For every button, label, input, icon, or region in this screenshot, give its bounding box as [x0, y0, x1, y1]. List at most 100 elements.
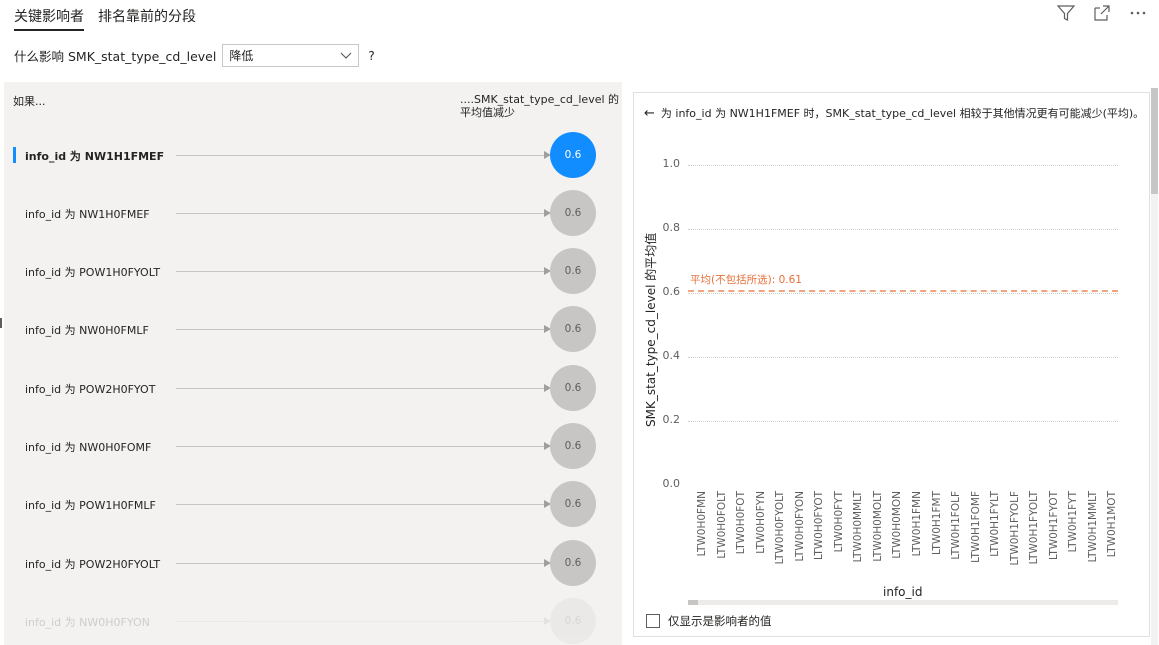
detail-header: ← 为 info_id 为 NW1H1FMEF 时，SMK_stat_type_… [644, 105, 1144, 121]
x-tick-label: LTW0H0FOT [735, 491, 748, 555]
x-tick-label: LTW0H0MMLT [852, 491, 865, 563]
x-tick-label: LTW0H1FYT [1067, 491, 1080, 553]
influence-bubble[interactable]: 0.6 [550, 190, 596, 236]
question-text: 什么影响 SMK_stat_type_cd_level [14, 49, 217, 64]
x-tick-label: LTW0H1FYLT [989, 491, 1002, 557]
influencer-row[interactable]: info_id 为 POW2H0FYOLT 0.6 [4, 539, 622, 589]
x-tick-label: LTW0H1FMN [911, 491, 923, 557]
influencer-row[interactable]: info_id 为 NW0H0FYON 0.6 [4, 597, 622, 645]
key-influencers-visual: 关键影响者 排名靠前的分段 什么影响 SMK_stat_type_cd_leve… [0, 0, 1159, 645]
influence-bubble[interactable]: 0.6 [550, 540, 596, 586]
x-tick-label: LTW0H0MOLT [871, 491, 884, 562]
back-arrow-icon[interactable]: ← [644, 106, 655, 121]
y-tick-label: 1.0 [662, 157, 681, 170]
x-tick-label: LTW0H0FYOT [813, 491, 826, 561]
x-tick-label: LTW0H1FOLF [950, 491, 963, 560]
direction-dropdown[interactable]: 降低 [222, 44, 360, 67]
influencer-label: info_id 为 POW2H0FYOT [25, 383, 156, 396]
y-tick-label: 0.2 [662, 413, 681, 426]
x-tick-label: LTW0H1FYOLF [1008, 491, 1021, 566]
y-tick-label: 0.0 [662, 477, 681, 490]
focus-mode-icon[interactable] [1091, 2, 1113, 24]
gridline [688, 229, 1118, 230]
resize-handle[interactable] [0, 318, 2, 328]
scrollbar-thumb[interactable] [688, 600, 698, 605]
x-axis-title: info_id [883, 585, 923, 599]
scrollbar-thumb[interactable] [1151, 88, 1158, 194]
question-row: 什么影响 SMK_stat_type_cd_level 降低 ? [14, 44, 375, 67]
x-tick-label: LTW0H0FMN [696, 491, 708, 557]
x-tick-label: LTW0H1FYOLT [1028, 491, 1041, 565]
influencer-row[interactable]: info_id 为 NW1H0FMEF 0.6 [4, 189, 622, 239]
chevron-down-icon [340, 49, 352, 63]
tab-key-influencers[interactable]: 关键影响者 [14, 6, 84, 31]
gridline [688, 293, 1118, 294]
connector-line [176, 504, 548, 505]
checkbox[interactable] [646, 614, 660, 628]
influencer-only-toggle[interactable]: 仅显示是影响者的值 [646, 613, 772, 629]
connector-line [176, 621, 548, 622]
average-label: 平均(不包括所选): 0.61 [690, 273, 802, 286]
influence-bubble[interactable]: 0.6 [550, 481, 596, 527]
x-tick-label: LTW0H1FYOT [1047, 491, 1060, 561]
connector-line [176, 446, 548, 447]
x-tick-label: LTW0H0FOLT [715, 491, 728, 559]
influencer-label: info_id 为 NW0H0FYON [25, 616, 150, 629]
influencer-row[interactable]: info_id 为 POW2H0FYOT 0.6 [4, 364, 622, 414]
influencers-list-panel: 如果... ....SMK_stat_type_cd_level 的平均值减少 … [4, 82, 622, 645]
influencer-label: info_id 为 POW1H0FMLF [25, 499, 156, 512]
gridline [688, 165, 1118, 166]
x-tick-label: LTW0H0FYT [832, 491, 845, 553]
influencer-row[interactable]: info_id 为 NW1H1FMEF 0.6 [4, 131, 622, 181]
tab-bar: 关键影响者 排名靠前的分段 [14, 6, 196, 31]
influence-bubble[interactable]: 0.6 [550, 423, 596, 469]
influence-bubble[interactable]: 0.6 [550, 598, 596, 644]
average-line [688, 289, 1118, 292]
influencer-label: info_id 为 NW1H1FMEF [25, 150, 165, 163]
vertical-scrollbar[interactable] [1151, 88, 1158, 645]
influence-bubble[interactable]: 0.6 [550, 248, 596, 294]
y-axis-title: SMK_stat_type_cd_level 的平均值 [644, 232, 658, 427]
filter-icon[interactable] [1055, 2, 1077, 24]
connector-line [176, 563, 548, 564]
influencer-label: info_id 为 POW1H0FYOLT [25, 266, 161, 279]
y-tick-label: 0.6 [662, 285, 681, 298]
influencer-label: info_id 为 NW0H0FMLF [25, 324, 149, 337]
y-tick-label: 0.8 [662, 221, 681, 234]
influencer-label: info_id 为 NW0H0FOMF [25, 441, 152, 454]
x-tick-label: LTW0H0FYON [793, 491, 806, 562]
connector-line [176, 213, 548, 214]
horizontal-scrollbar[interactable] [688, 600, 1118, 605]
influence-bubble[interactable]: 0.6 [550, 132, 596, 178]
gridline [688, 357, 1118, 358]
influencer-row[interactable]: info_id 为 NW0H0FOMF 0.6 [4, 422, 622, 472]
connector-line [176, 329, 548, 330]
detail-description: 为 info_id 为 NW1H1FMEF 时，SMK_stat_type_cd… [660, 107, 1145, 120]
more-options-icon[interactable] [1127, 2, 1149, 24]
x-tick-label: LTW0H0FYOLT [774, 491, 787, 565]
gridline [688, 421, 1118, 422]
connector-line [176, 155, 548, 156]
influence-bubble[interactable]: 0.6 [550, 306, 596, 352]
connector-line [176, 388, 548, 389]
visual-header-icons [1055, 2, 1149, 24]
if-header: 如果... [13, 95, 46, 108]
selection-indicator [13, 147, 16, 163]
x-tick-label: LTW0H1FMT [930, 491, 943, 555]
influencer-row[interactable]: info_id 为 NW0H0FMLF 0.6 [4, 305, 622, 355]
connector-line [176, 271, 548, 272]
x-axis-categories: LTW0H0FMN LTW0H0FOLT LTW0H0FOT LTW0H0FYN LTW… [694, 491, 1124, 566]
tab-top-segments[interactable]: 排名靠前的分段 [98, 6, 196, 31]
result-header: ....SMK_stat_type_cd_level 的平均值减少 [460, 93, 620, 119]
influencer-row[interactable]: info_id 为 POW1H0FMLF 0.6 [4, 480, 622, 530]
x-tick-label: LTW0H1MOT [1106, 491, 1119, 558]
x-tick-label: LTW0H1FOMF [969, 491, 982, 563]
x-tick-label: LTW0H0FYN [754, 491, 767, 554]
influence-bubble[interactable]: 0.6 [550, 365, 596, 411]
y-tick-label: 0.4 [662, 349, 681, 362]
detail-chart-panel: ← 为 info_id 为 NW1H1FMEF 时，SMK_stat_type_… [633, 92, 1150, 637]
help-icon[interactable]: ? [368, 49, 374, 63]
influencer-row[interactable]: info_id 为 POW1H0FYOLT 0.6 [4, 247, 622, 297]
x-tick-label: LTW0H0MON [891, 491, 904, 559]
x-tick-label: LTW0H1MMLT [1086, 491, 1099, 563]
